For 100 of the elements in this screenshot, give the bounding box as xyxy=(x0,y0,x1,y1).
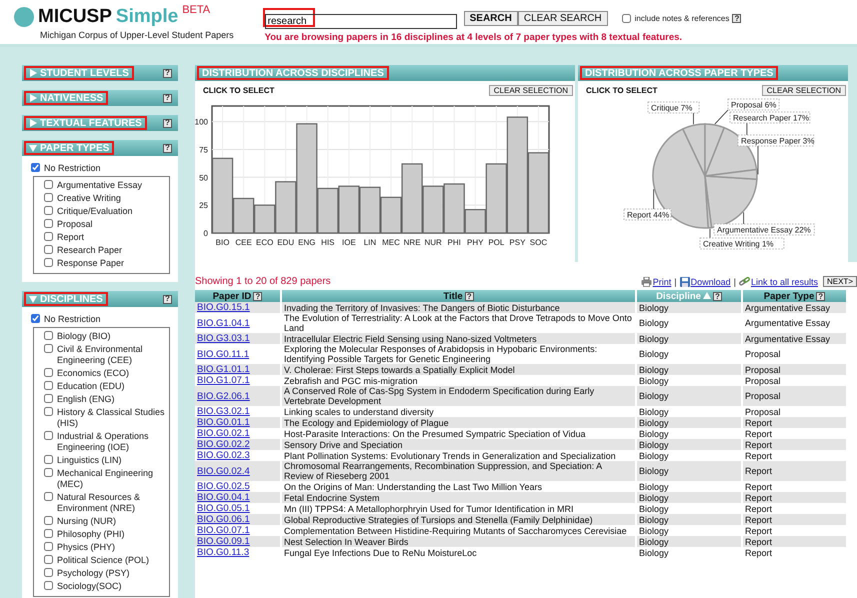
checkbox[interactable] xyxy=(44,542,53,551)
paper-id-link[interactable]: BIO.G0.02.1 xyxy=(197,428,250,439)
checkbox[interactable] xyxy=(44,344,53,353)
checkbox[interactable] xyxy=(622,14,631,23)
checkbox[interactable] xyxy=(44,568,53,577)
bar[interactable] xyxy=(254,204,276,234)
paper-id-link[interactable]: BIO.G2.06.1 xyxy=(197,390,250,402)
help-button[interactable]: ? xyxy=(712,292,722,301)
paper-id-link[interactable]: BIO.G0.02.5 xyxy=(197,481,250,492)
paper-id-link[interactable]: BIO.G0.11.3 xyxy=(197,547,250,558)
paper-id-link[interactable]: BIO.G1.07.1 xyxy=(197,375,250,386)
checkbox[interactable] xyxy=(44,180,53,189)
bar[interactable] xyxy=(212,158,234,234)
help-button[interactable]: ? xyxy=(163,144,172,152)
bar[interactable] xyxy=(444,183,465,234)
next-button[interactable]: NEXT> xyxy=(822,276,857,287)
search-field[interactable]: research xyxy=(264,14,457,29)
help-button[interactable]: ? xyxy=(163,68,172,78)
checkbox[interactable] xyxy=(44,232,53,241)
bar[interactable] xyxy=(464,209,486,234)
panel-header[interactable]: DISCIPLINES ? xyxy=(22,291,178,307)
help-button[interactable]: ? xyxy=(464,292,474,301)
checkbox[interactable] xyxy=(31,314,40,323)
help-button[interactable]: ? xyxy=(163,94,172,102)
print-link[interactable]: Print xyxy=(640,276,672,286)
checkbox[interactable] xyxy=(44,431,53,440)
bar[interactable] xyxy=(296,123,318,234)
table-cell: Biology xyxy=(639,548,669,558)
data-label: 3% xyxy=(802,136,814,146)
paper-id-link[interactable]: BIO.G0.06.1 xyxy=(197,514,250,525)
table-cell: Proposal xyxy=(745,349,781,359)
checkbox[interactable] xyxy=(44,193,53,202)
panel-header[interactable]: STUDENT LEVELS ? xyxy=(22,65,178,81)
checkbox[interactable] xyxy=(44,555,53,564)
panel-header[interactable]: NATIVENESS ? xyxy=(22,90,178,106)
panel-header[interactable]: TEXTUAL FEATURES ? xyxy=(22,115,178,131)
column-label[interactable]: Paper ID xyxy=(212,290,252,302)
bar[interactable] xyxy=(232,198,254,234)
bar[interactable] xyxy=(422,186,444,234)
paper-id-link[interactable]: BIO.G0.07.1 xyxy=(197,525,250,536)
bar[interactable] xyxy=(317,188,338,234)
pie-slice[interactable] xyxy=(682,123,706,177)
bar[interactable] xyxy=(338,186,360,234)
table-cell: Biology xyxy=(639,349,669,359)
help-button[interactable]: ? xyxy=(163,118,172,128)
paper-id-link[interactable]: BIO.G0.15.1 xyxy=(197,302,250,313)
bar[interactable] xyxy=(486,163,507,234)
bar[interactable] xyxy=(275,181,296,234)
search-button[interactable]: SEARCH xyxy=(464,11,518,26)
checkbox[interactable] xyxy=(44,381,53,390)
paper-id-link[interactable]: BIO.G1.01.1 xyxy=(197,364,250,375)
help-button[interactable]: ? xyxy=(732,14,742,23)
table-cell: Global Reproductive Strategies of Tursiops and Stenella (Family Delphinidae) xyxy=(284,514,593,524)
help-button[interactable]: ? xyxy=(163,294,172,304)
paper-id-link[interactable]: BIO.G0.02.2 xyxy=(197,439,250,450)
paper-id-link[interactable]: BIO.G0.05.1 xyxy=(197,503,250,514)
site-subtitle: Michigan Corpus of Upper-Level Student Papers xyxy=(40,30,234,40)
checkbox[interactable] xyxy=(44,394,53,403)
column-label[interactable]: Title xyxy=(443,290,463,302)
checkbox[interactable] xyxy=(44,258,53,267)
panel-header[interactable]: PAPER TYPES ? xyxy=(22,140,178,156)
checkbox[interactable] xyxy=(44,529,53,538)
checkbox[interactable] xyxy=(31,163,40,172)
checkbox[interactable] xyxy=(44,407,53,416)
checkbox[interactable] xyxy=(44,581,53,590)
checkbox[interactable] xyxy=(44,492,53,501)
checkbox[interactable] xyxy=(44,206,53,215)
checkbox[interactable] xyxy=(44,516,53,525)
table-cell: Nest Selection In Weaver Birds xyxy=(284,536,408,546)
checkbox[interactable] xyxy=(44,331,53,340)
bar[interactable] xyxy=(528,152,550,234)
help-button[interactable]: ? xyxy=(253,292,262,301)
bar[interactable] xyxy=(359,186,381,234)
pie-slice[interactable] xyxy=(704,123,725,177)
checkbox[interactable] xyxy=(44,368,53,377)
column-label[interactable]: Paper Type xyxy=(764,290,814,302)
paper-id-link[interactable]: BIO.G0.02.4 xyxy=(197,466,250,476)
checkbox[interactable] xyxy=(44,245,53,254)
bar[interactable] xyxy=(506,116,528,234)
paper-id-link[interactable]: BIO.G0.04.1 xyxy=(197,492,250,503)
paper-id-link[interactable]: BIO.G3.03.1 xyxy=(197,333,250,344)
bar[interactable] xyxy=(401,163,423,234)
checkbox[interactable] xyxy=(44,219,53,228)
slice-label: Response Paper xyxy=(741,136,801,146)
download-link[interactable]: Download xyxy=(680,276,731,286)
paper-id-link[interactable]: BIO.G0.09.1 xyxy=(197,536,250,547)
paper-id-link[interactable]: BIO.G3.02.1 xyxy=(197,406,250,417)
checkbox[interactable] xyxy=(44,455,53,464)
clear-selection-button[interactable]: CLEAR SELECTION xyxy=(488,85,573,96)
clear-selection-button[interactable]: CLEAR SELECTION xyxy=(762,85,846,96)
paper-id-link[interactable]: BIO.G0.01.1 xyxy=(197,417,250,428)
paper-id-link[interactable]: BIO.G0.11.1 xyxy=(197,348,250,360)
help-button[interactable]: ? xyxy=(816,292,826,301)
results-link[interactable]: Link to all results xyxy=(738,276,818,286)
paper-id-link[interactable]: BIO.G1.04.1 xyxy=(197,318,250,328)
clear-search-button[interactable]: CLEAR SEARCH xyxy=(518,11,608,26)
paper-id-link[interactable]: BIO.G0.02.3 xyxy=(197,450,250,461)
bar[interactable] xyxy=(380,196,402,234)
checkbox[interactable] xyxy=(44,468,53,477)
table-cell: A Conserved Role of Cas-Spg System in Endoderm Specification during Early Vertebrate Development xyxy=(284,386,594,406)
